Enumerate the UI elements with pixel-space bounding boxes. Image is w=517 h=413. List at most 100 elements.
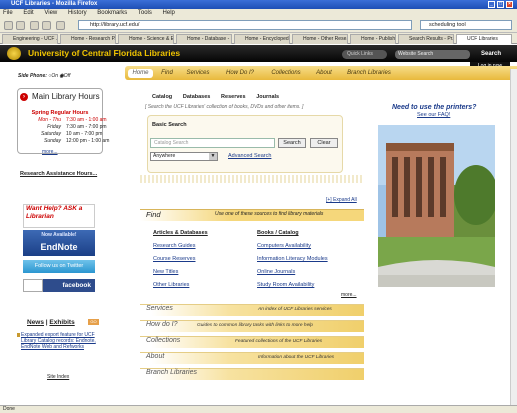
hours-day: Saturday: [40, 131, 61, 137]
catalog-search-input[interactable]: Catalog Search: [150, 138, 275, 148]
other-libraries-link[interactable]: Other Libraries: [153, 282, 189, 288]
catalog-hint: [ Search the UCF Libraries' collection o…: [145, 104, 304, 110]
books-catalog-link[interactable]: Books / Catalog: [257, 230, 299, 236]
section-subtitle: Featured collections of the UCF Librarie…: [235, 339, 323, 344]
tab-catalog[interactable]: Catalog: [152, 94, 172, 100]
search-scope-select[interactable]: Anywhere ▼: [150, 152, 218, 161]
minimize-icon[interactable]: _: [488, 1, 495, 8]
main-nav: Home Find Services How Do I? Collections…: [125, 66, 517, 80]
window-title: UCF Libraries - Mozilla Firefox: [11, 1, 98, 7]
research-hours-link[interactable]: Research Assistance Hours...: [20, 171, 97, 177]
nav-services[interactable]: Services: [185, 69, 211, 78]
research-guides-link[interactable]: Research Guides: [153, 243, 196, 249]
menu-edit[interactable]: Edit: [23, 10, 33, 16]
nav-find[interactable]: Find: [158, 69, 176, 78]
tab-item[interactable]: Home - Science & E...: [118, 34, 174, 44]
home-icon[interactable]: [56, 21, 65, 30]
menu-view[interactable]: View: [44, 10, 57, 16]
news-item-link[interactable]: Expanded export feature for UCF Library …: [17, 332, 107, 350]
tab-item[interactable]: Home - Publishing O...: [350, 34, 396, 44]
tab-databases[interactable]: Databases: [183, 94, 211, 100]
status-bar: Done: [0, 405, 517, 413]
menu-help[interactable]: Help: [163, 10, 175, 16]
catalog-search-button[interactable]: Search: [278, 138, 306, 148]
news-go-button[interactable]: GO: [88, 319, 99, 325]
site-index-link[interactable]: Site Index: [47, 374, 69, 380]
study-room-link[interactable]: Study Room Availability: [257, 282, 314, 288]
info-literacy-link[interactable]: Information Literacy Modules: [257, 256, 328, 262]
side-phone-on: On: [51, 73, 58, 79]
course-reserves-link[interactable]: Course Reserves: [153, 256, 196, 262]
back-icon[interactable]: [4, 21, 13, 30]
tab-item[interactable]: Home - Encycloped...: [234, 34, 290, 44]
menu-file[interactable]: File: [3, 10, 13, 16]
tab-item[interactable]: Home - Database - ...: [176, 34, 232, 44]
tab-item[interactable]: Search Results - Pr...: [398, 34, 454, 44]
section-title: About: [146, 353, 165, 360]
menu-bookmarks[interactable]: Bookmarks: [97, 10, 127, 16]
catalog-tabs: Catalog Databases Reserves Journals: [152, 94, 352, 102]
tab-ucf-libraries[interactable]: UCF Libraries: [456, 34, 512, 44]
advanced-search-link[interactable]: Advanced Search: [228, 153, 271, 159]
stop-icon[interactable]: [42, 21, 51, 30]
url-bar[interactable]: http://library.ucf.edu/: [78, 20, 412, 30]
online-journals-link[interactable]: Online Journals: [257, 269, 295, 275]
hours-day: Friday: [47, 124, 61, 130]
news-link[interactable]: News: [27, 319, 44, 326]
exhibits-link[interactable]: Exhibits: [49, 319, 74, 326]
search-scope-value: Anywhere: [153, 153, 176, 159]
website-search-input[interactable]: Website Search: [395, 50, 470, 59]
new-titles-link[interactable]: New Titles: [153, 269, 178, 275]
tab-item[interactable]: Home - Other Rese...: [292, 34, 348, 44]
tab-journals[interactable]: Journals: [256, 94, 279, 100]
nav-about[interactable]: About: [313, 69, 335, 78]
computers-availability-link[interactable]: Computers Availability: [257, 243, 311, 249]
faq-link[interactable]: See our FAQ!: [417, 112, 450, 118]
section-subtitle: Guides to common library tasks with link…: [197, 323, 313, 328]
nav-home[interactable]: Home: [128, 69, 153, 78]
hours-title: Main Library Hours: [32, 92, 100, 101]
hours-time: 7:30 am - 7:00 pm: [66, 124, 107, 130]
nav-collections[interactable]: Collections: [270, 69, 302, 78]
nav-how-do-i[interactable]: How Do I?: [223, 69, 257, 78]
browser-search-input[interactable]: scheduling tool: [420, 20, 512, 30]
library-building-photo: [378, 125, 495, 287]
quick-links-select[interactable]: Quick Links: [342, 50, 387, 59]
endnote-banner[interactable]: Now Available! EndNote: [23, 230, 95, 256]
divider: [140, 175, 362, 183]
expand-all-link[interactable]: [+] Expand All: [326, 197, 357, 203]
news-exhibits: News | Exhibits: [27, 319, 75, 326]
printers-heading: Need to use the printers?: [392, 104, 477, 111]
find-title: Find: [146, 210, 161, 219]
hours-time: 7:30 am - 1:00 am: [66, 117, 107, 123]
tab-item[interactable]: Engineering - UCF ...: [2, 34, 58, 44]
twitter-banner[interactable]: Follow us on Twitter: [23, 260, 95, 273]
more-hours-link[interactable]: more...: [42, 149, 58, 155]
articles-databases-link[interactable]: Articles & Databases: [153, 230, 208, 236]
maximize-icon[interactable]: □: [497, 1, 504, 8]
page-scrollbar[interactable]: [510, 69, 517, 405]
menu-tools[interactable]: Tools: [138, 10, 152, 16]
forward-icon[interactable]: [16, 21, 25, 30]
reload-icon[interactable]: [30, 21, 39, 30]
site-search-button[interactable]: Search: [474, 49, 508, 60]
find-more-link[interactable]: more...: [341, 292, 357, 298]
hours-row: Sunday 12:00 pm - 1:00 am: [17, 138, 109, 145]
spring-hours-title: Spring Regular Hours: [31, 110, 89, 116]
section-subtitle: Information about the UCF Libraries: [258, 355, 335, 360]
menu-history[interactable]: History: [68, 10, 87, 16]
catalog-clear-button[interactable]: Clear: [310, 138, 338, 148]
section-title: How do I?: [146, 321, 178, 328]
section-title: Collections: [146, 337, 181, 344]
hours-row: Mon - Thu 7:30 am - 1:00 am: [17, 117, 106, 124]
tab-reserves[interactable]: Reserves: [221, 94, 245, 100]
facebook-banner[interactable]: facebook: [23, 279, 95, 292]
menu-bar: File Edit View History Bookmarks Tools H…: [0, 9, 517, 18]
tab-item[interactable]: Home - Research P...: [60, 34, 116, 44]
close-icon[interactable]: ×: [506, 1, 513, 8]
hours-day: Mon - Thu: [38, 117, 61, 123]
side-phone-off: Off: [63, 73, 71, 79]
nav-branch-libraries[interactable]: Branch Libraries: [344, 69, 394, 78]
hours-row: Saturday 10 am - 7:00 pm: [17, 131, 103, 138]
find-subtitle: Use one of these sources to find library…: [215, 211, 324, 217]
